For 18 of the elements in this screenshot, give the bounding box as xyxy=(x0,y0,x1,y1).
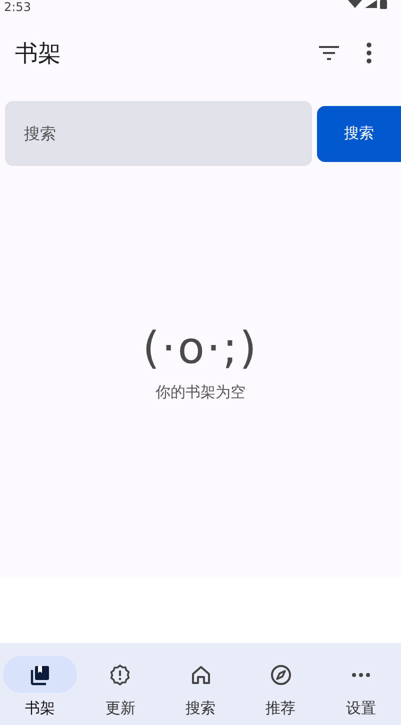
nav-tab[interactable]: 推荐 xyxy=(240,643,321,725)
nav-tab[interactable]: 更新 xyxy=(80,643,160,725)
battery-icon xyxy=(380,0,387,9)
more-vertical-icon xyxy=(366,42,372,64)
app-title: 书架 xyxy=(15,40,62,68)
search-field[interactable]: 搜索 xyxy=(5,101,312,166)
signal-icon xyxy=(365,0,377,8)
search-button[interactable]: 搜索 xyxy=(317,106,401,162)
compass-icon xyxy=(268,662,293,686)
nav-tab[interactable]: 书架 xyxy=(0,643,80,725)
status-time: 2:53 xyxy=(4,0,31,14)
empty-message: 你的书架为空 xyxy=(156,383,246,402)
wifi-icon xyxy=(348,0,362,8)
nav-tab[interactable]: 设置 xyxy=(320,643,401,725)
empty-kaomoji: (·o·;) xyxy=(142,323,259,375)
filter-icon xyxy=(318,45,340,61)
nav-tab[interactable]: 搜索 xyxy=(160,643,241,725)
alert-badge-icon xyxy=(108,662,132,686)
